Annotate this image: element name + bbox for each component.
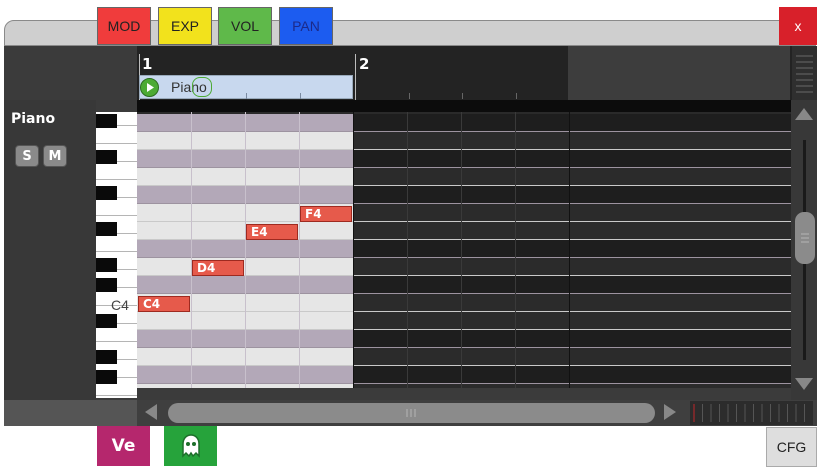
region-tick — [246, 93, 247, 99]
scroll-right-arrow-icon[interactable] — [664, 404, 676, 420]
solo-button[interactable]: S — [15, 145, 39, 167]
beat-line — [299, 112, 300, 388]
grip-icon — [406, 409, 416, 417]
tab-exp[interactable]: EXP — [158, 7, 212, 45]
beat-line — [461, 112, 462, 388]
grid-row[interactable] — [137, 222, 791, 240]
midi-note[interactable]: C4 — [138, 296, 190, 312]
beat-line — [569, 112, 570, 388]
track-name: Piano — [11, 111, 56, 127]
ghost-notes-button[interactable] — [164, 426, 217, 466]
grid-row[interactable] — [137, 276, 791, 294]
grid-row[interactable] — [137, 240, 791, 258]
black-key[interactable] — [96, 150, 117, 164]
mute-button[interactable]: M — [43, 145, 67, 167]
ghost-icon — [181, 434, 200, 458]
midi-note[interactable]: D4 — [192, 260, 244, 276]
grid-row[interactable] — [137, 186, 791, 204]
grid-row[interactable] — [137, 294, 791, 312]
midi-note[interactable]: F4 — [300, 206, 352, 222]
white-key[interactable] — [96, 198, 137, 216]
black-key[interactable] — [96, 222, 117, 236]
ruler-empty-area — [568, 46, 790, 100]
ruler-tick — [462, 93, 463, 99]
black-key[interactable] — [96, 258, 117, 272]
timeline-minimap[interactable] — [690, 401, 813, 425]
scroll-up-arrow-icon[interactable] — [795, 108, 813, 120]
config-button[interactable]: CFG — [766, 427, 817, 467]
beat-line — [407, 112, 408, 388]
grid-row[interactable] — [137, 348, 791, 366]
hscroll-left-area — [4, 400, 137, 426]
tab-pan[interactable]: PAN — [279, 7, 333, 45]
close-button[interactable]: x — [779, 7, 817, 45]
scroll-down-arrow-icon[interactable] — [795, 378, 813, 390]
black-key[interactable] — [96, 186, 117, 200]
vertical-scroll-thumb[interactable] — [795, 212, 815, 264]
grip-icon — [801, 233, 809, 243]
scroll-left-arrow-icon[interactable] — [145, 404, 157, 420]
velocity-button[interactable]: Ve — [97, 426, 150, 466]
beat-line — [245, 112, 246, 388]
white-key[interactable] — [96, 234, 137, 252]
bar-number-1: 1 — [142, 55, 153, 73]
bar-number-2: 2 — [359, 55, 370, 73]
keys-container — [96, 112, 137, 398]
grid-row[interactable] — [137, 312, 791, 330]
white-key[interactable] — [96, 162, 137, 180]
grid-row[interactable] — [137, 330, 791, 348]
beat-line — [191, 112, 192, 388]
white-key[interactable] — [96, 126, 137, 144]
ruler-tick — [516, 93, 517, 99]
bar-2-marker — [355, 54, 356, 100]
black-key[interactable] — [96, 114, 117, 128]
grid-row[interactable] — [137, 384, 791, 388]
black-key[interactable] — [96, 370, 117, 384]
ruler-divider — [137, 100, 791, 112]
grip-icon — [796, 55, 813, 93]
black-key[interactable] — [96, 314, 117, 328]
grid-row[interactable] — [137, 132, 791, 150]
minimap-ticks — [693, 404, 805, 422]
horizontal-scroll-thumb[interactable] — [168, 403, 655, 423]
grid-row[interactable] — [137, 204, 791, 222]
ruler-tick — [409, 93, 410, 99]
grid-row[interactable] — [137, 168, 791, 186]
ruler-resize-handle[interactable] — [792, 46, 817, 100]
white-key[interactable] — [96, 396, 137, 398]
beat-line — [353, 112, 354, 388]
black-key[interactable] — [96, 350, 117, 364]
black-key[interactable] — [96, 278, 117, 292]
play-icon[interactable] — [140, 78, 159, 97]
region-tick — [300, 93, 301, 99]
note-grid[interactable]: C4 D4 E4 F4 — [137, 112, 791, 388]
tab-mod[interactable]: MOD — [97, 7, 151, 45]
grid-row[interactable] — [137, 366, 791, 384]
c4-key-label: C4 — [111, 297, 129, 313]
grid-row[interactable] — [137, 114, 791, 132]
beat-line — [515, 112, 516, 388]
tab-vol[interactable]: VOL — [218, 7, 272, 45]
grid-row[interactable] — [137, 150, 791, 168]
cursor-ring — [192, 77, 212, 97]
midi-note[interactable]: E4 — [246, 224, 298, 240]
